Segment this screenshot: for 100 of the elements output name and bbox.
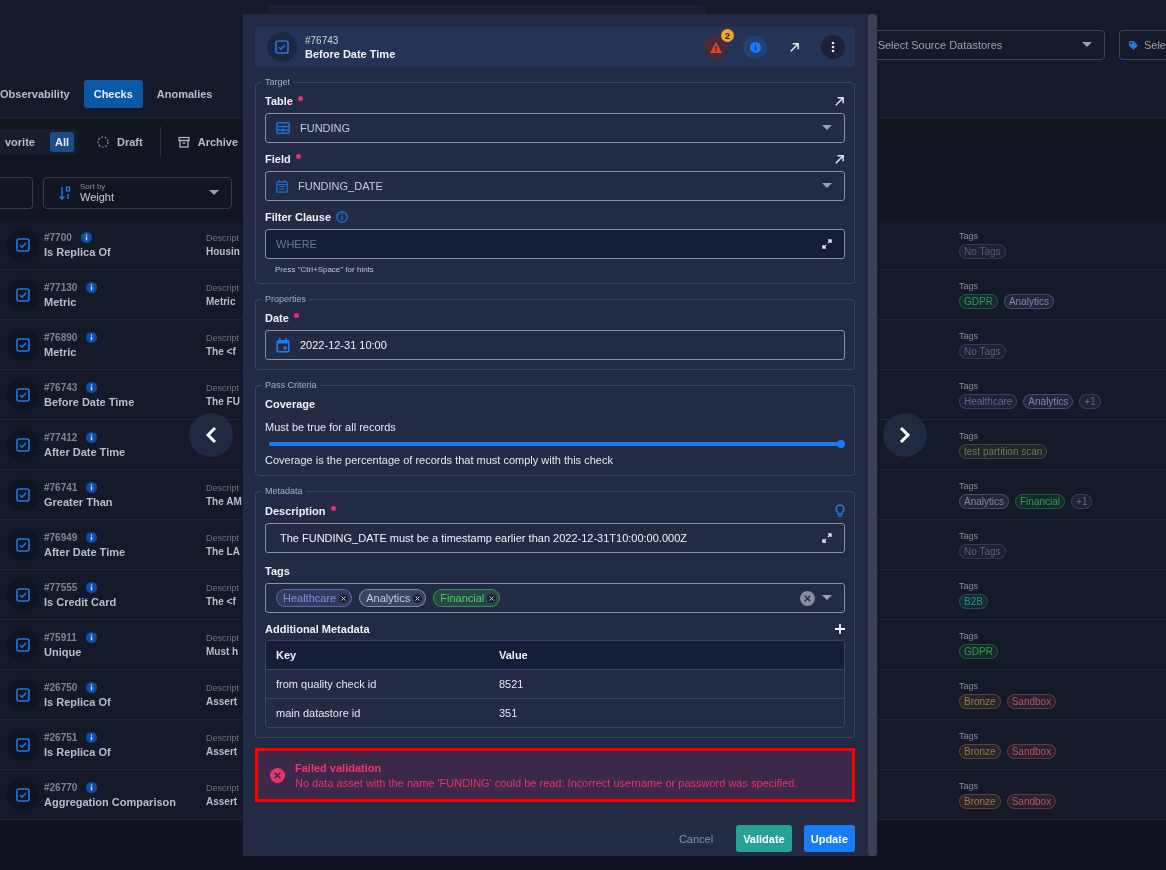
filter-clause-field[interactable]: WHERE <box>265 229 845 259</box>
expand-icon[interactable] <box>822 239 832 249</box>
search-field[interactable] <box>0 176 33 209</box>
info-icon[interactable] <box>86 781 98 793</box>
check-square-icon <box>15 386 31 403</box>
scrollbar[interactable] <box>868 14 877 856</box>
description-text: Assert <box>206 695 239 707</box>
field-label: Additional Metadata <box>265 623 370 635</box>
description-text: The <f <box>206 345 237 357</box>
tag-chip[interactable]: Analytics <box>359 589 427 607</box>
remove-icon[interactable] <box>413 593 423 603</box>
section-legend: Metadata <box>262 486 306 496</box>
tab[interactable]: Anomalies <box>146 79 223 108</box>
tags-label: Tags <box>959 230 979 241</box>
tag-chip: +1 <box>1071 493 1093 509</box>
open-arrow-icon[interactable] <box>834 153 845 165</box>
tags-field[interactable]: Healthcare Analytics Financial <box>265 583 845 613</box>
filter-button[interactable]: All <box>49 131 75 152</box>
tag-chip: No Tags <box>959 343 1006 359</box>
expand-icon[interactable] <box>822 533 832 543</box>
check-id: #77555 <box>44 581 78 593</box>
check-id: #77412 <box>44 431 78 443</box>
cancel-button[interactable]: Cancel <box>671 825 721 852</box>
check-name: Is Replica Of <box>44 245 112 258</box>
description-text: Must h <box>206 645 240 657</box>
tag-chip: Sandbox <box>1006 793 1057 809</box>
info-icon[interactable] <box>85 631 97 643</box>
clear-icon[interactable] <box>800 590 815 606</box>
info-icon[interactable] <box>86 731 98 743</box>
info-icon[interactable] <box>86 581 98 593</box>
filter-button[interactable]: vorite <box>0 131 40 152</box>
check-id: #76949 <box>44 531 78 543</box>
table-select[interactable]: FUNDING <box>265 113 845 143</box>
tab[interactable]: Observability <box>0 79 80 108</box>
info-button[interactable] <box>743 35 767 59</box>
tag-select[interactable]: Sele <box>1118 30 1166 60</box>
tag-chip: Bronze <box>959 743 1001 759</box>
tag-chip: B2B <box>959 593 988 609</box>
calendar-icon <box>276 337 290 353</box>
description-label: Descript <box>206 482 240 493</box>
tag-chip: GDPR <box>959 643 998 659</box>
info-icon[interactable] <box>86 431 98 443</box>
chevron-left-icon <box>204 426 218 444</box>
open-arrow-icon[interactable] <box>834 95 845 107</box>
coverage-note: Coverage is the percentage of records that must comply with this check <box>265 454 614 466</box>
info-icon[interactable] <box>86 481 98 493</box>
archive-icon <box>177 135 190 148</box>
table-cell-text: 351 <box>499 707 519 719</box>
check-id: #76743 <box>44 381 78 393</box>
info-icon[interactable] <box>86 531 98 543</box>
sort-select[interactable]: Sort by Weight <box>43 176 232 209</box>
description-label: Descript <box>206 382 240 393</box>
check-square-icon <box>15 636 31 653</box>
caret-icon <box>822 595 832 601</box>
warning-icon <box>710 41 722 53</box>
open-arrow-icon[interactable] <box>788 41 800 53</box>
filter-button[interactable]: Archive <box>172 131 244 152</box>
info-icon[interactable] <box>86 281 98 293</box>
add-icon[interactable] <box>835 624 845 634</box>
info-icon[interactable] <box>86 381 98 393</box>
description-text: The FU <box>206 395 241 407</box>
date-field[interactable]: 2022-12-31 10:00 <box>265 330 845 360</box>
coverage-caption: Must be true for all records <box>265 421 397 433</box>
tags-label: Tags <box>959 480 979 491</box>
update-button[interactable]: Update <box>803 825 855 852</box>
caret-icon <box>822 125 832 131</box>
info-icon <box>749 41 761 53</box>
tag-chip: GDPR <box>959 293 998 309</box>
filter-button[interactable]: Draft <box>92 131 148 152</box>
error-message: No data asset with the name 'FUNDING' could be read: Incorrect username or password was specified. <box>295 776 798 789</box>
tag-chip[interactable]: Healthcare <box>276 589 353 607</box>
tag-chip: Analytics <box>1003 293 1054 309</box>
description-text: The AM <box>206 495 242 507</box>
sort-value: Weight <box>80 191 116 203</box>
more-button[interactable] <box>821 35 845 59</box>
sort-icon <box>58 184 72 201</box>
description-label: Descript <box>206 532 240 543</box>
info-icon[interactable] <box>86 681 98 693</box>
check-square-icon <box>15 786 31 803</box>
info-icon[interactable] <box>86 331 98 343</box>
tag-chip: Analytics <box>959 493 1009 509</box>
remove-icon[interactable] <box>487 593 497 603</box>
check-name: Is Replica Of <box>44 745 112 758</box>
check-square-icon <box>15 336 31 353</box>
check-name: Before Date Time <box>44 395 136 408</box>
field-select[interactable]: FUNDING_DATE <box>265 171 845 201</box>
tags-label: Tags <box>959 630 979 641</box>
tag-chip: No Tags <box>959 243 1006 259</box>
tags-label: Tags <box>959 330 979 341</box>
info-icon[interactable] <box>80 231 92 243</box>
tab[interactable]: Checks <box>83 79 143 108</box>
warning-button[interactable] <box>704 35 728 59</box>
error-icon <box>270 767 285 783</box>
check-square-icon <box>15 486 31 503</box>
tag-chip[interactable]: Financial <box>433 589 501 607</box>
remove-icon[interactable] <box>339 593 349 603</box>
check-name: Is Replica Of <box>44 695 112 708</box>
description-field[interactable]: The FUNDING_DATE must be a timestamp earlier than 2022-12-31T10:00:00.000Z <box>265 523 845 553</box>
sort-label: Sort by <box>80 182 107 191</box>
lightbulb-icon[interactable] <box>835 504 845 517</box>
